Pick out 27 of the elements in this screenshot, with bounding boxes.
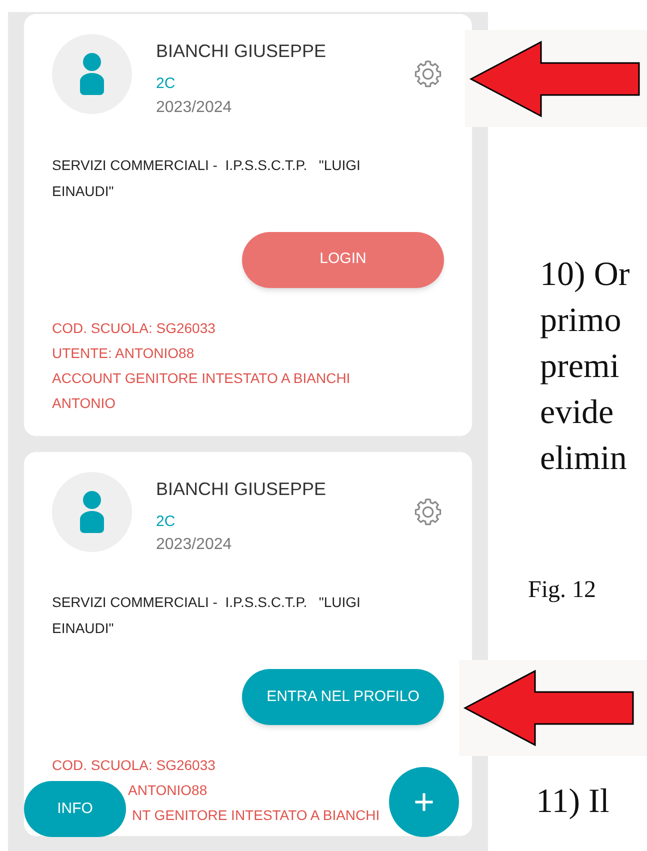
document-text: elimin [540,439,628,479]
document-text: 10) Or [540,255,631,295]
school-year: 2023/2024 [156,98,233,118]
account-detail: UTENTE: ANTONIO88 [52,344,194,362]
school-year: 2023/2024 [156,535,233,555]
account-detail: COD. SCUOLA: SG26033 [52,756,216,775]
account-detail: NT GENITORE INTESTATO A BIANCHI [132,806,380,825]
account-detail: COD. SCUOLA: SG26033 [52,318,216,338]
document-text: premi [540,347,620,387]
class-label: 2C [156,512,176,532]
document-text: primo [540,301,622,341]
student-name: BIANCHI GIUSEPPE [156,478,328,500]
arrow-icon [469,40,641,118]
document-text: evide [540,393,615,433]
account-detail: ANTONIO88 [128,781,208,800]
document-text: 11) Il [536,782,610,822]
enter-profile-button[interactable]: ENTRA NEL PROFILO [242,669,444,725]
login-button[interactable]: LOGIN [242,232,444,288]
class-label: 2C [156,74,176,94]
school-name: SERVIZI COMMERCIALI - I.P.S.S.C.T.P. "LUIGI EINAUDI" [52,156,362,200]
school-name: SERVIZI COMMERCIALI - I.P.S.S.C.T.P. "LUIGI EINAUDI" [52,593,362,638]
student-name: BIANCHI GIUSEPPE [156,40,328,63]
figure-caption: Fig. 12 [528,576,598,605]
account-detail: ACCOUNT GENITORE INTESTATO A BIANCHI ANTONIO [52,368,352,412]
settings-icon[interactable] [412,496,444,528]
settings-icon[interactable] [412,58,444,90]
arrow-icon [463,669,635,747]
